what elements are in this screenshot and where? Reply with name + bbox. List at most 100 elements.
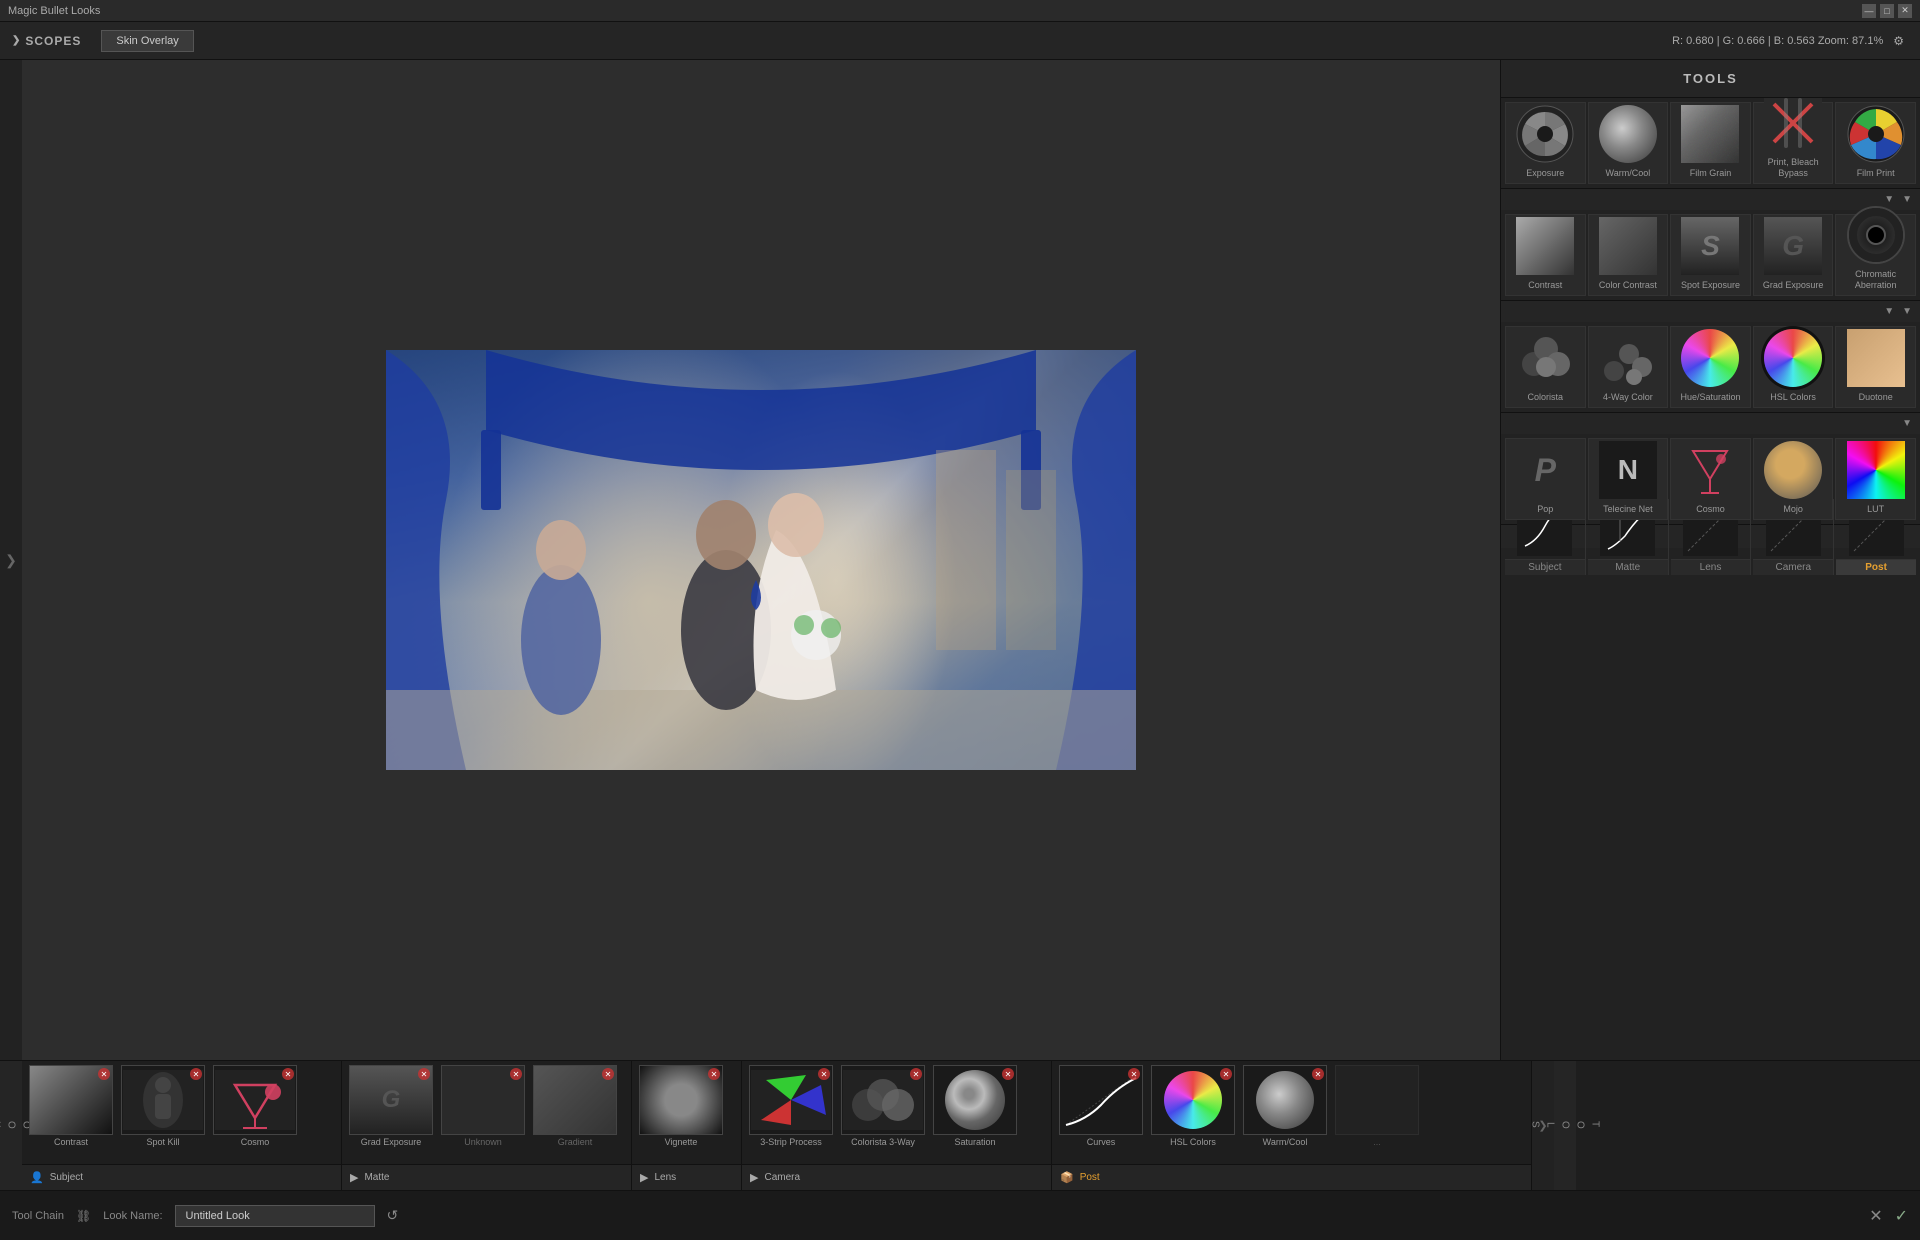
tool-cosmo[interactable]: Cosmo	[1670, 438, 1751, 520]
row2-dropdown2[interactable]: ▼	[1902, 306, 1912, 317]
tab-camera[interactable]: Camera	[1753, 559, 1833, 575]
telecinenet-visual: N	[1599, 441, 1657, 499]
look-item-vignette[interactable]: ✕ Vignette	[636, 1065, 726, 1162]
look-close-vignette[interactable]: ✕	[708, 1068, 720, 1080]
tool-colorcontrast[interactable]: Color Contrast	[1588, 214, 1669, 296]
chain-icon[interactable]: ⛓	[76, 1209, 91, 1223]
tool-cosmo-label: Cosmo	[1696, 504, 1725, 515]
cosmo-look-icon	[215, 1070, 295, 1130]
tool-hslcolors[interactable]: HSL Colors	[1753, 326, 1834, 408]
look-item-spotkill[interactable]: ✕ Spot Kill	[118, 1065, 208, 1162]
tool-warmcool-thumb	[1598, 104, 1658, 164]
tool-printbleachbypass[interactable]: Print, Bleach Bypass	[1753, 102, 1834, 184]
look-close-gradexposure[interactable]: ✕	[418, 1068, 430, 1080]
tab-subject[interactable]: Subject	[1505, 559, 1585, 575]
look-item-3strip[interactable]: ✕ 3-Strip Process	[746, 1065, 836, 1162]
tool-gradexposure-label: Grad Exposure	[1763, 280, 1824, 291]
tool-spotexposure-thumb: S	[1680, 216, 1740, 276]
tool-lut[interactable]: LUT	[1835, 438, 1916, 520]
look-label-3strip: 3-Strip Process	[760, 1137, 822, 1147]
cancel-button[interactable]: ✕	[1869, 1206, 1882, 1226]
look-item-colorista3[interactable]: ✕ Colorista 3-Way	[838, 1065, 928, 1162]
confirm-button[interactable]: ✓	[1895, 1206, 1908, 1226]
tool-duotone[interactable]: Duotone	[1835, 326, 1916, 408]
tool-filmprint[interactable]: Film Print	[1835, 102, 1916, 184]
tools-text-l: L	[1545, 1122, 1556, 1130]
tool-filmgrain-label: Film Grain	[1690, 168, 1732, 179]
look-close-gradient[interactable]: ✕	[602, 1068, 614, 1080]
scopes-button[interactable]: ❯ SCOPES	[12, 34, 81, 48]
look-label-cosmo: Cosmo	[241, 1137, 270, 1147]
look-name-input[interactable]	[175, 1205, 375, 1227]
maximize-button[interactable]: □	[1880, 4, 1894, 18]
tool-gradexposure[interactable]: G Grad Exposure	[1753, 214, 1834, 296]
tab-post[interactable]: Post	[1836, 559, 1916, 575]
row3-dropdown[interactable]: ▼	[1902, 418, 1912, 429]
camera-section-text: Camera	[764, 1172, 800, 1183]
tool-colorista-label: Colorista	[1528, 392, 1564, 403]
look-item-extra[interactable]: ...	[1332, 1065, 1422, 1162]
look-item-hslcolors[interactable]: ✕ HSL Colors	[1148, 1065, 1238, 1162]
tool-4waycolor[interactable]: 4-Way Color	[1588, 326, 1669, 408]
tool-printbleachbypass-label: Print, Bleach Bypass	[1756, 157, 1831, 179]
duotone-visual	[1847, 329, 1905, 387]
subject-section-icon: 👤	[30, 1171, 44, 1184]
scopes-arrow-icon: ❯	[12, 35, 21, 46]
tab-matte[interactable]: Matte	[1588, 559, 1668, 575]
tool-contrast[interactable]: Contrast	[1505, 214, 1586, 296]
app-title: Magic Bullet Looks	[8, 5, 1862, 17]
tool-telecinenet[interactable]: N Telecine Net	[1588, 438, 1669, 520]
looks-section-camera: ✕ 3-Strip Process ✕	[742, 1061, 1052, 1190]
tool-4waycolor-label: 4-Way Color	[1603, 392, 1653, 403]
tool-gradexposure-thumb: G	[1763, 216, 1823, 276]
look-close-3strip[interactable]: ✕	[818, 1068, 830, 1080]
tool-pop[interactable]: P Pop	[1505, 438, 1586, 520]
look-close-hslcolors[interactable]: ✕	[1220, 1068, 1232, 1080]
look-close-warmcool-post[interactable]: ✕	[1312, 1068, 1324, 1080]
tool-huesat[interactable]: Hue/Saturation	[1670, 326, 1751, 408]
look-close-colorista3[interactable]: ✕	[910, 1068, 922, 1080]
left-expand-button[interactable]: ❯	[0, 60, 22, 1060]
saturation-visual	[945, 1070, 1005, 1130]
minimize-button[interactable]: —	[1862, 4, 1876, 18]
look-close-cosmo[interactable]: ✕	[282, 1068, 294, 1080]
tools-row2-header: ▼ ▼	[1501, 300, 1920, 322]
looks-section-lens: ✕ Vignette ▶ Lens	[632, 1061, 742, 1190]
row1-dropdown[interactable]: ▼	[1884, 194, 1894, 205]
tool-warmcool[interactable]: Warm/Cool	[1588, 102, 1669, 184]
look-close-saturation[interactable]: ✕	[1002, 1068, 1014, 1080]
row1-dropdown2[interactable]: ▼	[1902, 194, 1912, 205]
bottom-toolbar: Tool Chain ⛓ Look Name: ↺ ✕ ✓	[0, 1190, 1920, 1240]
close-button[interactable]: ✕	[1898, 4, 1912, 18]
look-item-saturation[interactable]: ✕ Saturation	[930, 1065, 1020, 1162]
reset-button[interactable]: ↺	[387, 1207, 399, 1224]
look-item-gradexposure[interactable]: ✕ G Grad Exposure	[346, 1065, 436, 1162]
look-close-contrast[interactable]: ✕	[98, 1068, 110, 1080]
settings-button[interactable]: ⚙	[1893, 34, 1904, 48]
tool-filmgrain[interactable]: Film Grain	[1670, 102, 1751, 184]
tools-header: TOOLS	[1501, 60, 1920, 98]
look-item-cosmo[interactable]: ✕ Cosmo	[210, 1065, 300, 1162]
tool-exposure[interactable]: Exposure	[1505, 102, 1586, 184]
tool-mojo[interactable]: Mojo	[1753, 438, 1834, 520]
looks-label: L O O K S	[0, 1061, 22, 1190]
tab-lens[interactable]: Lens	[1671, 559, 1751, 575]
look-item-curves[interactable]: ✕ Curves	[1056, 1065, 1146, 1162]
look-item-warmcool-post[interactable]: ✕ Warm/Cool	[1240, 1065, 1330, 1162]
tools-section-tabs: Subject Matte	[1501, 524, 1920, 548]
look-item-unknown1[interactable]: ✕ Unknown	[438, 1065, 528, 1162]
look-item-contrast[interactable]: ✕ Contrast	[26, 1065, 116, 1162]
look-label-gradient: Gradient	[558, 1137, 593, 1147]
look-item-gradient[interactable]: ✕ Gradient	[530, 1065, 620, 1162]
look-name-label: Look Name:	[103, 1210, 162, 1222]
tool-colorcontrast-thumb	[1598, 216, 1658, 276]
tool-colorista[interactable]: Colorista	[1505, 326, 1586, 408]
tool-colorcontrast-label: Color Contrast	[1599, 280, 1657, 291]
skin-overlay-button[interactable]: Skin Overlay	[101, 30, 193, 52]
look-close-curves[interactable]: ✕	[1128, 1068, 1140, 1080]
tool-chromatic[interactable]: Chromatic Aberration	[1835, 214, 1916, 296]
look-close-spotkill[interactable]: ✕	[190, 1068, 202, 1080]
look-close-unknown1[interactable]: ✕	[510, 1068, 522, 1080]
tool-spotexposure[interactable]: S Spot Exposure	[1670, 214, 1751, 296]
row2-dropdown[interactable]: ▼	[1884, 306, 1894, 317]
